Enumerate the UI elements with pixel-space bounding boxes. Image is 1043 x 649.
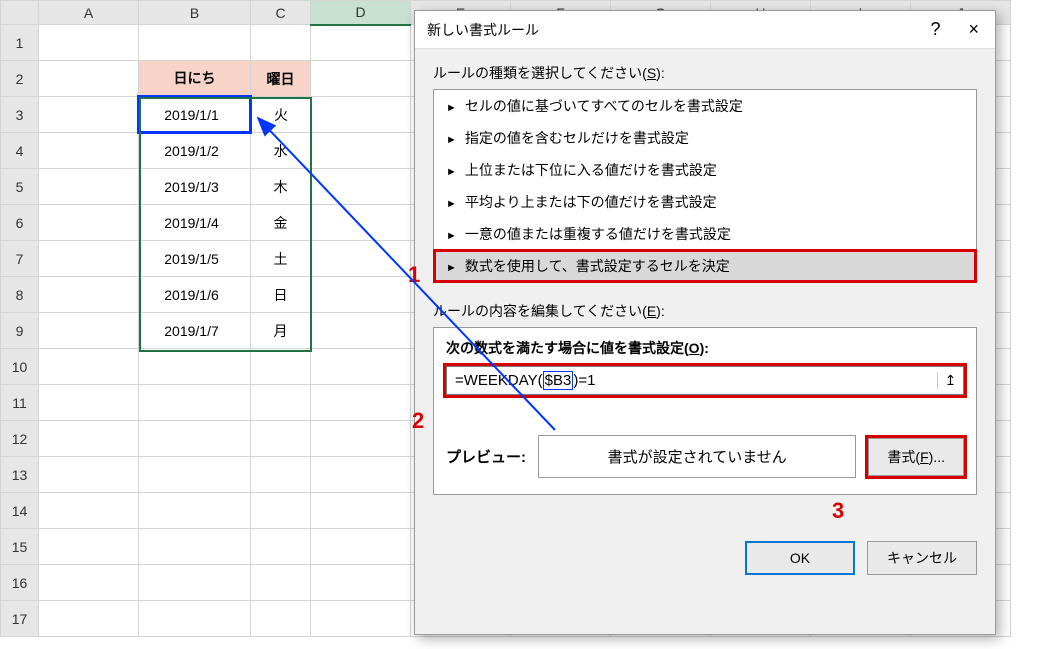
cell-B9[interactable]: 2019/1/7 xyxy=(139,313,251,349)
row-header-2[interactable]: 2 xyxy=(1,61,39,97)
close-icon[interactable]: × xyxy=(964,19,983,40)
preview-label: プレビュー: xyxy=(446,446,526,467)
annotation-1: 1 xyxy=(408,262,420,288)
cell-C3[interactable]: 火 xyxy=(251,97,311,133)
row-header-8[interactable]: 8 xyxy=(1,277,39,313)
cell-B3[interactable]: 2019/1/1 xyxy=(139,97,251,133)
cell-C5[interactable]: 木 xyxy=(251,169,311,205)
formula-label: 次の数式を満たす場合に値を書式設定(O): xyxy=(446,338,964,358)
cell-C6[interactable]: 金 xyxy=(251,205,311,241)
cell-C4[interactable]: 水 xyxy=(251,133,311,169)
row-header-16[interactable]: 16 xyxy=(1,565,39,601)
cell-C9[interactable]: 月 xyxy=(251,313,311,349)
row-header-6[interactable]: 6 xyxy=(1,205,39,241)
cell-B2[interactable]: 日にち xyxy=(139,61,251,97)
format-button[interactable]: 書式(F)... xyxy=(868,438,964,476)
annotation-2: 2 xyxy=(412,408,424,434)
new-formatting-rule-dialog: 新しい書式ルール ? × ルールの種類を選択してください(S): セルの値に基づ… xyxy=(414,10,996,635)
row-header-14[interactable]: 14 xyxy=(1,493,39,529)
formula-text[interactable]: =WEEKDAY($B3)=1 xyxy=(447,367,937,394)
cell-C8[interactable]: 日 xyxy=(251,277,311,313)
ok-button[interactable]: OK xyxy=(745,541,855,575)
dialog-titlebar[interactable]: 新しい書式ルール ? × xyxy=(415,11,995,49)
cell-B6[interactable]: 2019/1/4 xyxy=(139,205,251,241)
select-all-corner[interactable] xyxy=(1,1,39,25)
rule-type-label: ルールの種類を選択してください(S): xyxy=(433,63,977,83)
cell-B8[interactable]: 2019/1/6 xyxy=(139,277,251,313)
row-header-11[interactable]: 11 xyxy=(1,385,39,421)
rule-type-item-5[interactable]: 数式を使用して、書式設定するセルを決定 xyxy=(434,250,976,282)
formula-input[interactable]: =WEEKDAY($B3)=1 ↥ xyxy=(446,366,964,395)
row-header-5[interactable]: 5 xyxy=(1,169,39,205)
rule-type-list[interactable]: セルの値に基づいてすべてのセルを書式設定 指定の値を含むセルだけを書式設定 上位… xyxy=(433,89,977,283)
rule-type-item-2[interactable]: 上位または下位に入る値だけを書式設定 xyxy=(434,154,976,186)
row-header-9[interactable]: 9 xyxy=(1,313,39,349)
row-header-3[interactable]: 3 xyxy=(1,97,39,133)
formula-section: 次の数式を満たす場合に値を書式設定(O): =WEEKDAY($B3)=1 ↥ … xyxy=(433,327,977,495)
cell-C7[interactable]: 土 xyxy=(251,241,311,277)
cancel-button[interactable]: キャンセル xyxy=(867,541,977,575)
row-header-4[interactable]: 4 xyxy=(1,133,39,169)
rule-type-item-3[interactable]: 平均より上または下の値だけを書式設定 xyxy=(434,186,976,218)
row-header-10[interactable]: 10 xyxy=(1,349,39,385)
row-header-15[interactable]: 15 xyxy=(1,529,39,565)
cell-C2[interactable]: 曜日 xyxy=(251,61,311,97)
row-header-1[interactable]: 1 xyxy=(1,25,39,61)
annotation-3: 3 xyxy=(832,498,844,524)
col-header-D[interactable]: D xyxy=(311,1,411,25)
rule-type-item-4[interactable]: 一意の値または重複する値だけを書式設定 xyxy=(434,218,976,250)
rule-type-item-0[interactable]: セルの値に基づいてすべてのセルを書式設定 xyxy=(434,90,976,122)
dialog-footer: OK キャンセル xyxy=(415,527,995,589)
dialog-title: 新しい書式ルール xyxy=(427,20,539,40)
formula-cell-reference: $B3 xyxy=(543,371,574,390)
rule-type-item-1[interactable]: 指定の値を含むセルだけを書式設定 xyxy=(434,122,976,154)
cell-B7[interactable]: 2019/1/5 xyxy=(139,241,251,277)
help-button[interactable]: ? xyxy=(926,19,944,40)
row-header-13[interactable]: 13 xyxy=(1,457,39,493)
cell-B4[interactable]: 2019/1/2 xyxy=(139,133,251,169)
cell-B5[interactable]: 2019/1/3 xyxy=(139,169,251,205)
preview-box: 書式が設定されていません xyxy=(538,435,856,478)
row-header-17[interactable]: 17 xyxy=(1,601,39,637)
col-header-A[interactable]: A xyxy=(39,1,139,25)
col-header-B[interactable]: B xyxy=(139,1,251,25)
row-header-12[interactable]: 12 xyxy=(1,421,39,457)
row-header-7[interactable]: 7 xyxy=(1,241,39,277)
range-picker-icon[interactable]: ↥ xyxy=(937,372,963,389)
rule-edit-label: ルールの内容を編集してください(E): xyxy=(433,301,977,321)
col-header-C[interactable]: C xyxy=(251,1,311,25)
